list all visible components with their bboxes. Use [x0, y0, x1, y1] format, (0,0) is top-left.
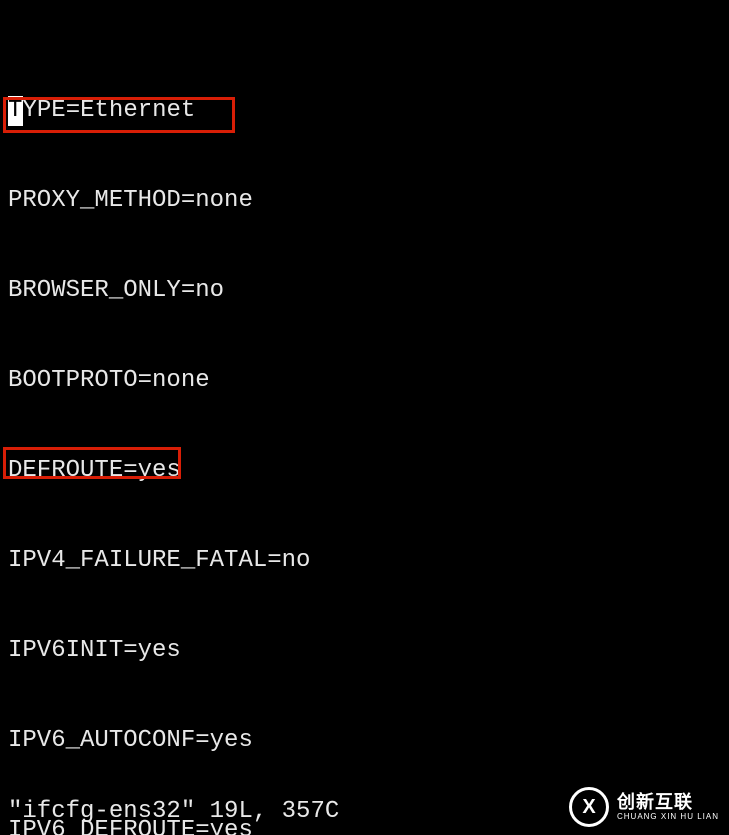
config-line: BROWSER_ONLY=no [8, 276, 721, 306]
config-line: BOOTPROTO=none [8, 366, 721, 396]
line-text: YPE=Ethernet [23, 97, 196, 124]
watermark-en: CHUANG XIN HU LIAN [617, 813, 719, 822]
vim-status-line: "ifcfg-ens32" 19L, 357C [8, 797, 339, 827]
watermark-text: 创新互联 CHUANG XIN HU LIAN [617, 793, 719, 822]
config-line: IPV6_AUTOCONF=yes [8, 726, 721, 756]
config-line: TYPE=Ethernet [8, 96, 721, 126]
config-line: PROXY_METHOD=none [8, 186, 721, 216]
watermark-cn: 创新互联 [617, 793, 719, 813]
cursor: T [8, 96, 23, 126]
watermark-logo-icon: X [569, 787, 609, 827]
config-line: DEFROUTE=yes [8, 456, 721, 486]
config-line: IPV4_FAILURE_FATAL=no [8, 546, 721, 576]
terminal-editor[interactable]: TYPE=Ethernet PROXY_METHOD=none BROWSER_… [0, 0, 729, 835]
watermark: X 创新互联 CHUANG XIN HU LIAN [569, 787, 719, 827]
config-line: IPV6INIT=yes [8, 636, 721, 666]
